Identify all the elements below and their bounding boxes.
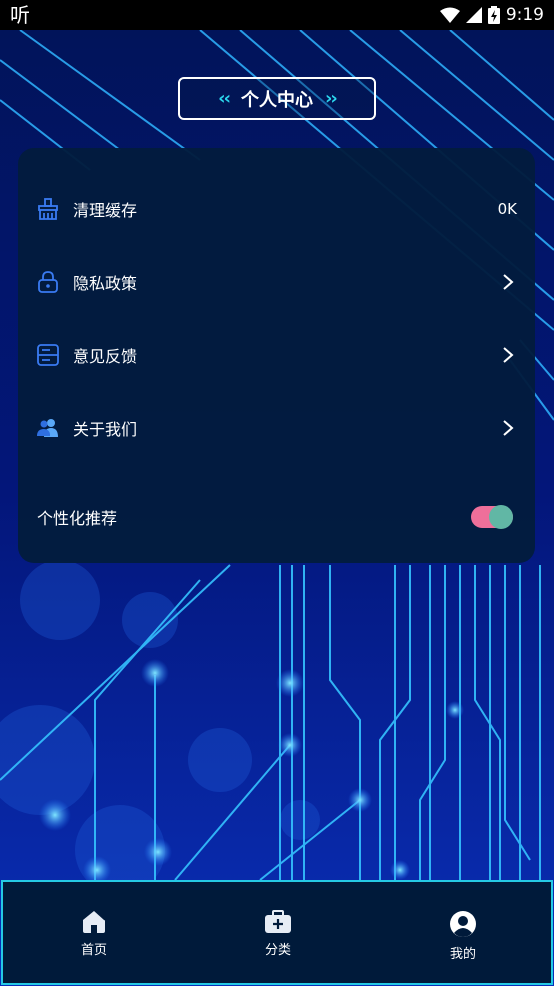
about-us-label: 关于我们 [73,420,138,439]
status-bar: 听 9:19 [0,0,554,30]
bottom-nav: 首页 分类 我的 [1,880,553,985]
clear-cache-row[interactable]: 清理缓存 0K [18,189,535,229]
nav-category[interactable]: 分类 [238,910,318,958]
feedback-label: 意见反馈 [73,347,138,366]
nav-profile-label: 我的 [449,947,476,962]
nav-category-label: 分类 [264,943,291,958]
feedback-row[interactable]: 意见反馈 [18,335,535,375]
nav-profile[interactable]: 我的 [423,910,503,962]
left-deco-chevrons-icon: ‹‹ [218,88,231,109]
users-icon [37,419,58,437]
broom-icon [38,198,58,220]
home-icon [83,911,105,933]
personalized-recommendation-row: 个性化推荐 [18,497,535,537]
personalized-recommendation-label: 个性化推荐 [37,509,118,528]
profile-icon [450,911,476,937]
toggle-knob [489,505,513,529]
status-icons: 9:19 [439,4,544,26]
feedback-icon [37,344,59,366]
nav-home[interactable]: 首页 [54,910,134,958]
chevron-right-icon [503,420,514,436]
page-title: 个人中心 [241,89,313,111]
status-time: 9:19 [505,5,544,25]
chevron-right-icon [503,347,514,363]
privacy-policy-row[interactable]: 隐私政策 [18,262,535,302]
battery-icon [487,6,500,24]
status-app-glyph: 听 [10,3,30,27]
wifi-icon [439,7,460,23]
page-title-badge: ‹‹ 个人中心 ›› [178,77,376,120]
signal-icon [465,7,482,23]
chevron-right-icon [503,274,514,290]
about-us-row[interactable]: 关于我们 [18,408,535,448]
privacy-policy-label: 隐私政策 [73,274,138,293]
lock-icon [38,271,58,293]
category-icon [265,910,291,933]
personalized-recommendation-toggle[interactable] [471,505,513,529]
nav-home-label: 首页 [80,943,107,958]
clear-cache-label: 清理缓存 [73,201,138,220]
cache-size-value: 0K [497,200,517,218]
settings-card: 清理缓存 0K 隐私政策 意见反馈 关于我们 个性化推荐 [18,148,535,563]
right-deco-chevrons-icon: ›› [325,88,338,109]
